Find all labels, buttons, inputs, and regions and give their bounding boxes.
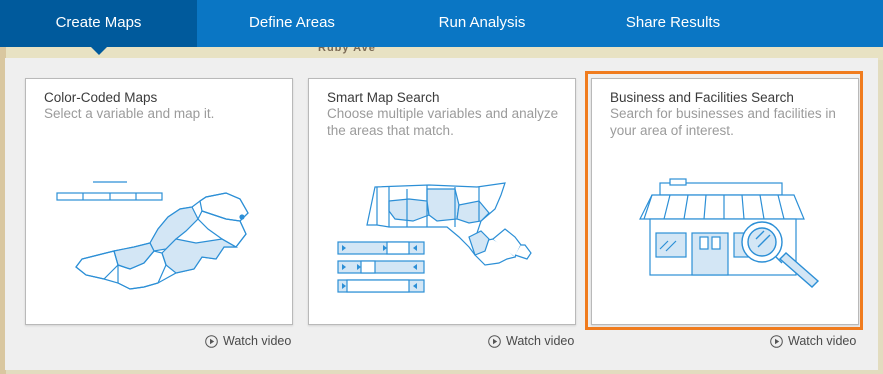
choropleth-map-illustration — [56, 181, 249, 290]
card-smart-map-search[interactable]: Smart Map Search Choose multiple variabl… — [308, 78, 576, 325]
selected-card-highlight — [585, 71, 863, 330]
watch-video-link-3[interactable]: Watch video — [770, 334, 856, 350]
tab-share-results[interactable]: Share Results — [577, 0, 769, 47]
tab-run-analysis[interactable]: Run Analysis — [387, 0, 577, 47]
play-circle-icon — [488, 335, 501, 348]
card-color-coded-maps[interactable]: Color-Coded Maps Select a variable and m… — [25, 78, 293, 325]
slider-map-illustration — [337, 182, 532, 293]
watch-video-link-1[interactable]: Watch video — [205, 334, 291, 350]
play-circle-icon — [205, 335, 218, 348]
watch-video-label: Watch video — [506, 334, 575, 348]
play-circle-icon — [770, 335, 783, 348]
watch-video-link-2[interactable]: Watch video — [488, 334, 574, 350]
watch-video-label: Watch video — [223, 334, 292, 348]
tab-define-areas[interactable]: Define Areas — [197, 0, 387, 47]
top-navigation-bar: Create Maps Define Areas Run Analysis Sh… — [0, 0, 883, 55]
tab-create-maps[interactable]: Create Maps — [0, 0, 197, 55]
watch-video-label: Watch video — [788, 334, 857, 348]
